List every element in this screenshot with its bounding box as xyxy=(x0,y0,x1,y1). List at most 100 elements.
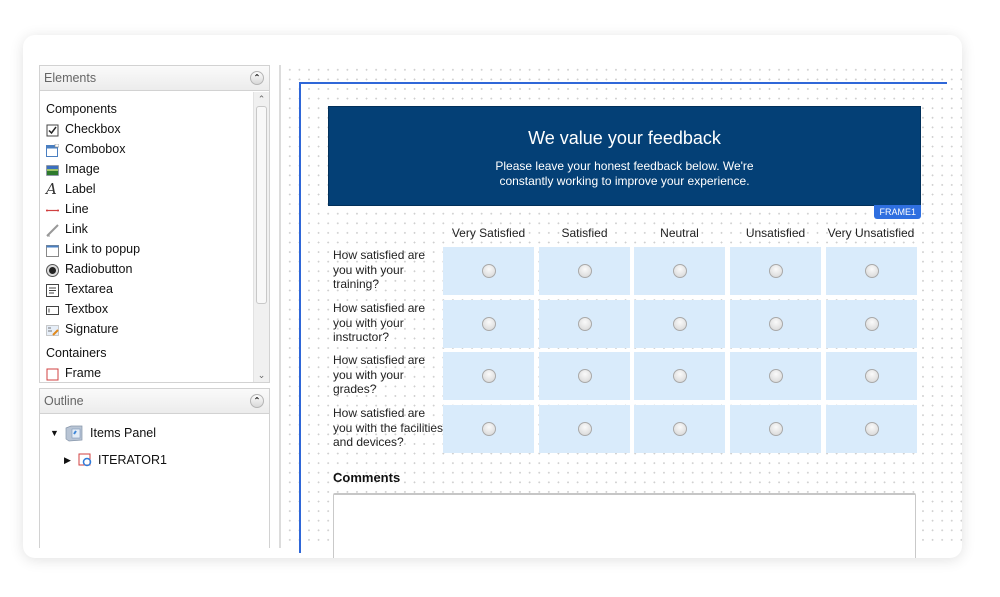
design-canvas[interactable]: We value your feedback Please leave your… xyxy=(285,65,962,558)
elements-panel: Elements ⌃ Components Checkbox Combobox xyxy=(39,65,270,383)
tree-label: Items Panel xyxy=(90,426,157,440)
rating-radio[interactable] xyxy=(769,317,783,331)
elements-scrollbar[interactable]: ⌃ ⌄ xyxy=(253,92,269,382)
rating-cell xyxy=(826,300,917,348)
collapse-outline-icon[interactable]: ⌃ xyxy=(250,394,264,408)
column-header: Satisfied xyxy=(561,226,608,240)
rating-radio[interactable] xyxy=(865,422,879,436)
comments-textarea[interactable] xyxy=(333,493,916,558)
link-popup-icon xyxy=(46,243,59,257)
rating-radio[interactable] xyxy=(578,317,592,331)
rating-cell xyxy=(730,300,821,348)
tree-item-items-panel[interactable]: ▼ Items Panel xyxy=(50,423,156,443)
outline-panel-header: Outline ⌃ xyxy=(40,389,269,414)
label-icon: A xyxy=(46,179,57,198)
rating-cell xyxy=(443,300,534,348)
rating-cell xyxy=(826,247,917,295)
rating-cell xyxy=(443,352,534,400)
rating-cell xyxy=(730,405,821,453)
rating-cell xyxy=(634,352,725,400)
rating-cell xyxy=(826,352,917,400)
elements-list: Components Checkbox Combobox Image A Lab… xyxy=(40,92,253,382)
element-item-label[interactable]: A Label xyxy=(40,179,253,199)
textarea-icon xyxy=(46,283,59,297)
rating-cell xyxy=(730,352,821,400)
rating-radio[interactable] xyxy=(673,369,687,383)
outline-panel: Outline ⌃ ▼ Items Panel ▶ ITERATOR1 xyxy=(39,388,270,548)
textbox-icon xyxy=(46,303,59,316)
rating-radio[interactable] xyxy=(578,369,592,383)
scroll-up-icon[interactable]: ⌃ xyxy=(254,93,269,105)
collapse-elements-icon[interactable]: ⌃ xyxy=(250,71,264,85)
element-item-radiobutton[interactable]: Radiobutton xyxy=(40,259,253,279)
image-icon xyxy=(46,163,59,176)
radiobutton-icon xyxy=(46,263,59,277)
rating-radio[interactable] xyxy=(769,369,783,383)
panel-divider[interactable] xyxy=(279,65,281,548)
rating-radio[interactable] xyxy=(482,264,496,278)
outline-panel-title: Outline xyxy=(44,394,84,408)
checkbox-icon xyxy=(46,123,59,136)
link-icon xyxy=(46,223,59,237)
rating-radio[interactable] xyxy=(673,422,687,436)
rating-cell xyxy=(443,247,534,295)
element-item-link-to-popup[interactable]: Link to popup xyxy=(40,239,253,259)
tree-item-iterator1[interactable]: ▶ ITERATOR1 xyxy=(64,453,167,467)
element-item-checkbox[interactable]: Checkbox xyxy=(40,119,253,139)
rating-radio[interactable] xyxy=(865,317,879,331)
element-item-textarea[interactable]: Textarea xyxy=(40,279,253,299)
rating-radio[interactable] xyxy=(482,369,496,383)
line-icon xyxy=(46,203,59,216)
column-header: Neutral xyxy=(660,226,699,240)
rating-radio[interactable] xyxy=(769,422,783,436)
element-item-signature[interactable]: Signature xyxy=(40,319,253,339)
column-header: Very Satisfied xyxy=(451,226,526,240)
collapsed-triangle-icon[interactable]: ▶ xyxy=(64,455,72,466)
rating-radio[interactable] xyxy=(578,264,592,278)
frame-icon xyxy=(46,367,59,380)
items-panel-icon xyxy=(64,423,84,443)
element-item-line[interactable]: Line xyxy=(40,199,253,219)
element-item-combobox[interactable]: Combobox xyxy=(40,139,253,159)
element-item-textbox[interactable]: Textbox xyxy=(40,299,253,319)
question-label: How satisfied are you with the facilities… xyxy=(333,406,444,449)
elements-panel-header: Elements ⌃ xyxy=(40,66,269,91)
element-item-image[interactable]: Image xyxy=(40,159,253,179)
signature-icon xyxy=(46,323,59,336)
question-label: How satisfied are you with your instructor… xyxy=(333,301,426,344)
rating-radio[interactable] xyxy=(865,369,879,383)
section-title-containers: Containers xyxy=(46,346,107,360)
element-item-link[interactable]: Link xyxy=(40,219,253,239)
element-item-frame[interactable]: Frame xyxy=(40,363,253,382)
elements-panel-title: Elements xyxy=(44,71,97,85)
form-subtitle: Please leave your honest feedback below.… xyxy=(495,159,754,188)
rating-radio[interactable] xyxy=(673,317,687,331)
column-header: Unsatisfied xyxy=(745,226,806,240)
rating-cell xyxy=(539,300,630,348)
scroll-thumb[interactable] xyxy=(256,106,267,304)
rating-radio[interactable] xyxy=(482,317,496,331)
frame-badge: FRAME1 xyxy=(874,205,921,219)
question-label: How satisfied are you with your grades? xyxy=(333,353,426,396)
iterator-icon xyxy=(78,453,92,467)
rating-cell xyxy=(539,352,630,400)
rating-radio[interactable] xyxy=(578,422,592,436)
question-label: How satisfied are you with your training? xyxy=(333,248,426,291)
rating-radio[interactable] xyxy=(482,422,496,436)
comments-label: Comments xyxy=(333,470,401,485)
rating-cell xyxy=(634,300,725,348)
scroll-down-icon[interactable]: ⌄ xyxy=(254,369,269,381)
rating-cell xyxy=(826,405,917,453)
rating-cell xyxy=(634,405,725,453)
form-title: We value your feedback xyxy=(528,128,721,148)
column-header: Very Unsatisfied xyxy=(827,226,915,240)
rating-radio[interactable] xyxy=(865,264,879,278)
expanded-triangle-icon[interactable]: ▼ xyxy=(50,428,59,438)
rating-radio[interactable] xyxy=(769,264,783,278)
rating-cell xyxy=(539,405,630,453)
rating-cell xyxy=(730,247,821,295)
rating-cell xyxy=(443,405,534,453)
rating-cell xyxy=(539,247,630,295)
rating-radio[interactable] xyxy=(673,264,687,278)
header-frame[interactable]: We value your feedback Please leave your… xyxy=(328,106,921,219)
